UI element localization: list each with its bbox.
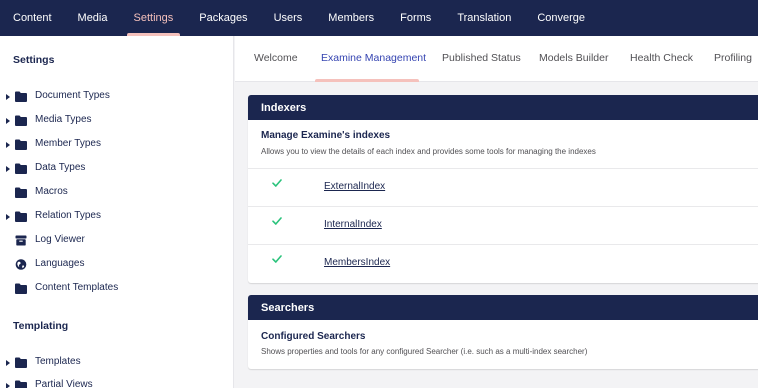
index-row: InternalIndex	[248, 206, 758, 244]
folder-icon	[15, 91, 27, 102]
folder-icon	[15, 380, 27, 388]
tab-published-status[interactable]: Published Status	[442, 52, 521, 64]
nav-forms[interactable]: Forms	[387, 0, 444, 36]
tab-welcome[interactable]: Welcome	[254, 52, 298, 64]
folder-icon	[15, 187, 27, 198]
expand-caret-icon[interactable]	[6, 383, 10, 388]
sidebar-item-label: Templates	[35, 356, 81, 367]
top-navigation: Content Media Settings Packages Users Me…	[0, 0, 758, 36]
folder-icon	[15, 357, 27, 368]
tab-profiling[interactable]: Profiling	[714, 52, 752, 64]
archive-box-icon	[15, 235, 27, 246]
sidebar-item-languages[interactable]: Languages	[0, 254, 233, 276]
globe-icon	[15, 259, 27, 270]
sidebar-item-member-types[interactable]: Member Types	[0, 134, 233, 156]
sidebar-item-document-types[interactable]: Document Types	[0, 86, 233, 108]
folder-icon	[15, 283, 27, 294]
folder-icon	[15, 139, 27, 150]
folder-icon	[15, 163, 27, 174]
tab-health-check[interactable]: Health Check	[630, 52, 693, 64]
nav-settings[interactable]: Settings	[121, 0, 187, 36]
index-row: ExternalIndex	[248, 168, 758, 206]
sidebar-item-content-templates[interactable]: Content Templates	[0, 278, 233, 300]
sidebar-item-label: Media Types	[35, 114, 92, 125]
sidebar-item-label: Relation Types	[35, 210, 101, 221]
searchers-description: Shows properties and tools for any confi…	[261, 347, 588, 356]
sidebar-item-label: Languages	[35, 258, 85, 269]
sidebar-item-templates[interactable]: Templates	[0, 352, 233, 374]
sidebar-item-media-types[interactable]: Media Types	[0, 110, 233, 132]
index-link-members[interactable]: MembersIndex	[324, 257, 390, 268]
check-icon	[272, 217, 282, 225]
sidebar-section-title-settings: Settings	[13, 54, 55, 66]
sidebar-section-title-templating: Templating	[13, 320, 69, 332]
expand-caret-icon[interactable]	[6, 214, 10, 220]
index-link-external[interactable]: ExternalIndex	[324, 181, 385, 192]
check-icon	[272, 255, 282, 263]
searchers-panel-header: Searchers	[248, 295, 758, 320]
active-tab-indicator	[315, 79, 419, 82]
sidebar-item-label: Data Types	[35, 162, 86, 173]
sidebar-item-label: Member Types	[35, 138, 101, 149]
index-row: MembersIndex	[248, 244, 758, 282]
sidebar-item-label: Log Viewer	[35, 234, 85, 245]
sidebar-item-label: Macros	[35, 186, 68, 197]
tab-models-builder[interactable]: Models Builder	[539, 52, 608, 64]
nav-content[interactable]: Content	[0, 0, 65, 36]
sidebar-item-data-types[interactable]: Data Types	[0, 158, 233, 180]
nav-converge[interactable]: Converge	[524, 0, 598, 36]
settings-sidebar: Settings Document Types Media Types Memb…	[0, 36, 234, 388]
indexers-panel-header: Indexers	[248, 95, 758, 120]
searchers-heading: Configured Searchers	[261, 331, 366, 342]
index-link-internal[interactable]: InternalIndex	[324, 219, 382, 230]
nav-translation[interactable]: Translation	[444, 0, 524, 36]
sidebar-item-macros[interactable]: Macros	[0, 182, 233, 204]
expand-caret-icon[interactable]	[6, 94, 10, 100]
indexers-heading: Manage Examine's indexes	[261, 130, 391, 141]
nav-users[interactable]: Users	[261, 0, 316, 36]
expand-caret-icon[interactable]	[6, 118, 10, 124]
sidebar-item-label: Partial Views	[35, 379, 93, 388]
settings-dashboard-tabs: Welcome Examine Management Published Sta…	[235, 36, 758, 82]
sidebar-item-log-viewer[interactable]: Log Viewer	[0, 230, 233, 252]
check-icon	[272, 179, 282, 187]
tab-examine-management[interactable]: Examine Management	[321, 52, 426, 64]
searchers-panel: Searchers Configured Searchers Shows pro…	[248, 295, 758, 369]
expand-caret-icon[interactable]	[6, 360, 10, 366]
nav-members[interactable]: Members	[315, 0, 387, 36]
indexers-panel: Indexers Manage Examine's indexes Allows…	[248, 95, 758, 283]
expand-caret-icon[interactable]	[6, 166, 10, 172]
nav-media[interactable]: Media	[65, 0, 121, 36]
folder-icon	[15, 115, 27, 126]
expand-caret-icon[interactable]	[6, 142, 10, 148]
sidebar-item-partial-views[interactable]: Partial Views	[0, 375, 233, 388]
sidebar-item-label: Document Types	[35, 90, 110, 101]
folder-icon	[15, 211, 27, 222]
sidebar-item-relation-types[interactable]: Relation Types	[0, 206, 233, 228]
sidebar-item-label: Content Templates	[35, 282, 119, 293]
indexers-description: Allows you to view the details of each i…	[261, 147, 596, 156]
nav-packages[interactable]: Packages	[186, 0, 260, 36]
